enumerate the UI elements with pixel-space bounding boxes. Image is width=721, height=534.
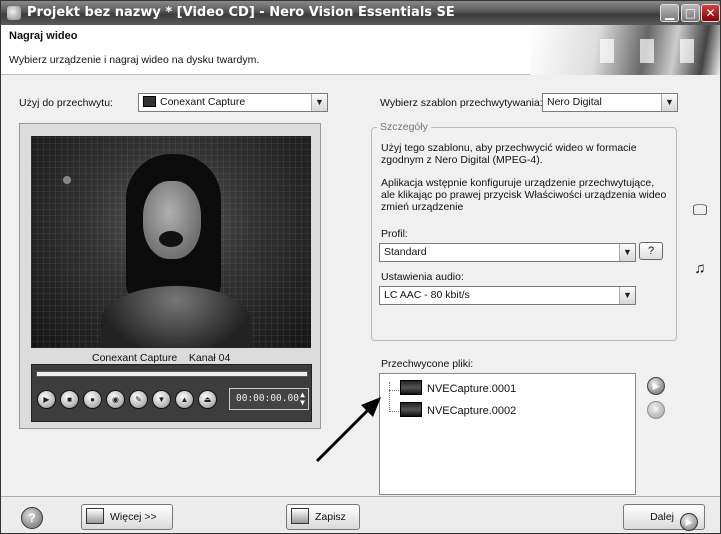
up-icon[interactable]: ▲ — [175, 390, 194, 409]
timecode-field[interactable]: 00:00:00.00 ▲ ▼ — [229, 388, 309, 410]
profile-help-button[interactable]: ? — [639, 242, 663, 260]
details-description-2: Aplikacja wstępnie konfiguruje urządzeni… — [381, 177, 667, 213]
list-item[interactable]: NVECapture.0001 — [400, 380, 516, 400]
settings-icon[interactable]: ✎ — [129, 390, 148, 409]
video-preview — [31, 136, 311, 348]
record-icon[interactable]: ● — [83, 390, 102, 409]
preview-caption: Conexant Capture Kanał 04 — [92, 352, 231, 364]
video-device-properties-icon[interactable]: 🖵 — [690, 201, 710, 221]
template-value: Nero Digital — [547, 96, 602, 108]
help-icon[interactable]: ? — [21, 507, 43, 529]
list-item[interactable]: NVECapture.0002 — [400, 402, 516, 422]
snapshot-icon[interactable]: ◉ — [106, 390, 125, 409]
audio-settings-select[interactable]: LC AAC - 80 kbit/s ▼ — [379, 286, 636, 305]
spin-icon[interactable]: ▲ ▼ — [300, 391, 305, 407]
app-window: Projekt bez nazwy * [Video CD] - Nero Vi… — [0, 0, 721, 534]
transport-controls: ▶ ■ ● ◉ ✎ ▼ ▲ ⏏ 00:00:00.00 ▲ ▼ — [31, 364, 312, 422]
video-thumbnail-icon — [400, 402, 422, 417]
more-button[interactable]: Więcej >> — [81, 504, 173, 530]
timecode-value: 00:00:00.00 — [236, 393, 299, 404]
captured-files-list: NVECapture.0001 NVECapture.0002 — [379, 373, 636, 495]
position-slider[interactable] — [36, 371, 308, 377]
next-button-label: Dalej — [650, 511, 674, 523]
more-options-icon — [86, 508, 104, 524]
maximize-button[interactable]: □ — [681, 4, 700, 22]
app-icon — [7, 6, 21, 20]
header-banner-image — [530, 25, 720, 75]
save-button-label: Zapisz — [315, 511, 346, 523]
eject-icon[interactable]: ⏏ — [198, 390, 217, 409]
close-button[interactable]: ✕ — [701, 4, 720, 22]
details-legend: Szczegóły — [377, 121, 431, 133]
save-button[interactable]: Zapisz — [286, 504, 360, 530]
page-subtitle: Wybierz urządzenie i nagraj wideo na dys… — [9, 54, 260, 66]
chevron-down-icon[interactable]: ▼ — [661, 94, 677, 111]
down-icon[interactable]: ▼ — [152, 390, 171, 409]
profile-select[interactable]: Standard ▼ — [379, 243, 636, 262]
capture-device-value: Conexant Capture — [160, 96, 246, 108]
template-select[interactable]: Nero Digital ▼ — [542, 93, 678, 112]
file-name: NVECapture.0002 — [427, 405, 517, 417]
next-button[interactable]: Dalej ▶ — [623, 504, 705, 531]
file-name: NVECapture.0001 — [427, 383, 517, 395]
page-title: Nagraj wideo — [9, 30, 78, 42]
chevron-down-icon[interactable]: ▼ — [619, 287, 635, 304]
title-bar: Projekt bez nazwy * [Video CD] - Nero Vi… — [1, 1, 720, 25]
next-arrow-icon: ▶ — [680, 513, 698, 531]
capture-device-select[interactable]: Conexant Capture ▼ — [138, 93, 328, 112]
more-button-label: Więcej >> — [110, 511, 157, 523]
capture-device-label: Użyj do przechwytu: — [19, 97, 113, 109]
capture-card-icon — [143, 96, 156, 107]
minimize-button[interactable]: ▁ — [660, 4, 679, 22]
play-file-icon[interactable]: ▶ — [647, 377, 665, 395]
window-title: Projekt bez nazwy * [Video CD] - Nero Vi… — [27, 5, 455, 20]
details-description-1: Użyj tego szablonu, aby przechwycić wide… — [381, 142, 637, 166]
chevron-down-icon[interactable]: ▼ — [311, 94, 327, 111]
profile-label: Profil: — [381, 228, 408, 240]
delete-file-icon[interactable]: ✕ — [647, 401, 665, 419]
captured-files-label: Przechwycone pliki: — [381, 358, 474, 370]
audio-settings-label: Ustawienia audio: — [381, 271, 464, 283]
audio-settings-value: LC AAC - 80 kbit/s — [384, 289, 470, 301]
save-icon — [291, 508, 309, 524]
stop-icon[interactable]: ■ — [60, 390, 79, 409]
audio-device-properties-icon[interactable]: ♫ — [690, 259, 710, 279]
profile-value: Standard — [384, 246, 427, 258]
template-label: Wybierz szablon przechwytywania: — [380, 97, 543, 109]
video-thumbnail-icon — [400, 380, 422, 395]
play-icon[interactable]: ▶ — [37, 390, 56, 409]
chevron-down-icon[interactable]: ▼ — [619, 244, 635, 261]
page-header: Nagraj wideo Wybierz urządzenie i nagraj… — [1, 25, 720, 75]
preview-panel: Conexant Capture Kanał 04 ▶ ■ ● ◉ ✎ ▼ ▲ … — [19, 123, 321, 429]
